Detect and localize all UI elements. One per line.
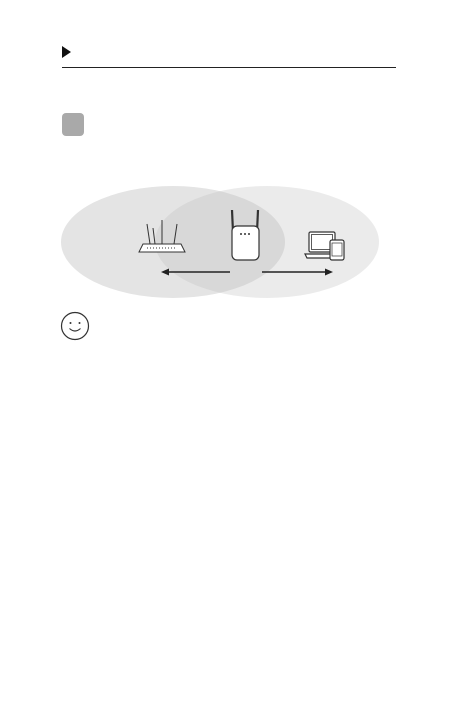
play-triangle-icon xyxy=(62,46,71,58)
tablet-icon xyxy=(329,239,345,261)
section-header xyxy=(62,44,396,68)
header-divider xyxy=(62,67,396,68)
smiley-face-icon xyxy=(60,311,90,341)
coverage-diagram xyxy=(61,186,379,298)
step-badge xyxy=(62,113,84,136)
